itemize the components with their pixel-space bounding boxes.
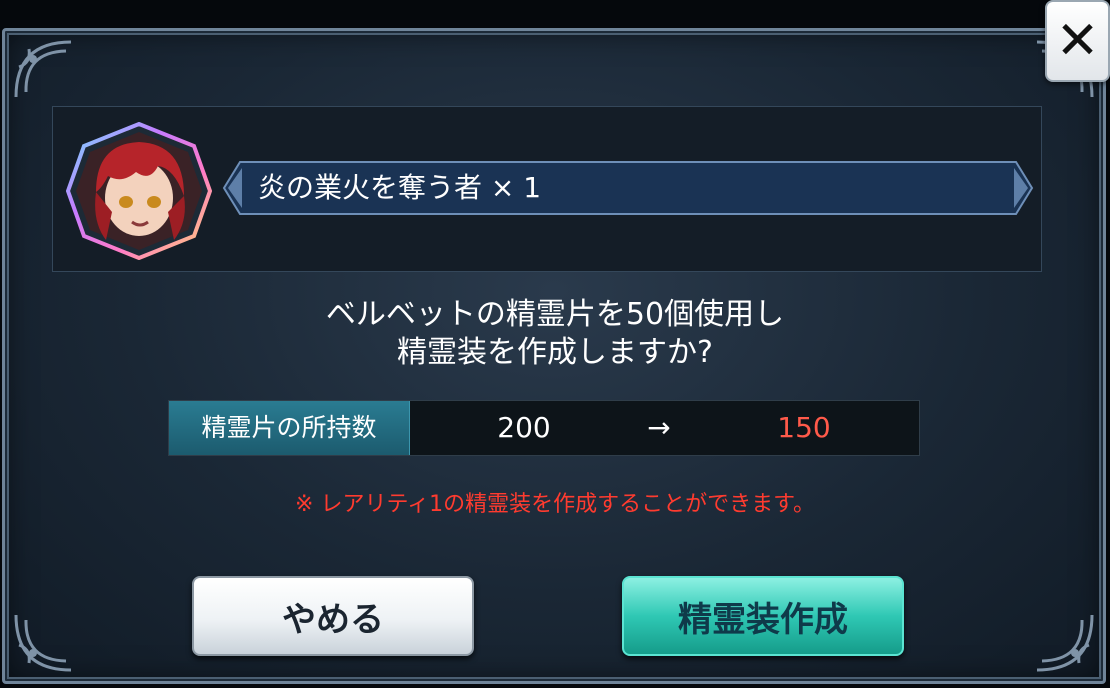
item-name: 炎の業火を奪う者 × 1 [258,171,542,204]
fragment-count-before: 200 [497,411,551,444]
rarity-notice: ※ レアリティ1の精霊装を作成することができます。 [295,492,815,517]
character-portrait-icon [65,121,213,261]
ornament-corner-icon [11,37,81,107]
create-equipment-button[interactable]: 精霊装作成 [622,576,904,656]
arrow-right-icon: → [647,411,671,444]
fragment-count-after: 150 [777,411,831,444]
confirm-question-line2: 精霊装を作成しますか? [397,335,713,370]
ornament-corner-icon [11,605,81,675]
fragment-count-label: 精霊片の所持数 [169,401,410,455]
confirm-question-line1: ベルベットの精霊片を50個使用し [325,297,785,332]
fragment-count-row: 精霊片の所持数 200 → 150 [168,400,920,456]
cancel-button[interactable]: やめる [192,576,474,656]
item-name-bar: 炎の業火を奪う者 × 1 [222,160,1034,216]
close-icon: ✕ [1055,11,1100,71]
ornament-corner-icon [1027,605,1097,675]
close-button[interactable]: ✕ [1045,0,1110,82]
